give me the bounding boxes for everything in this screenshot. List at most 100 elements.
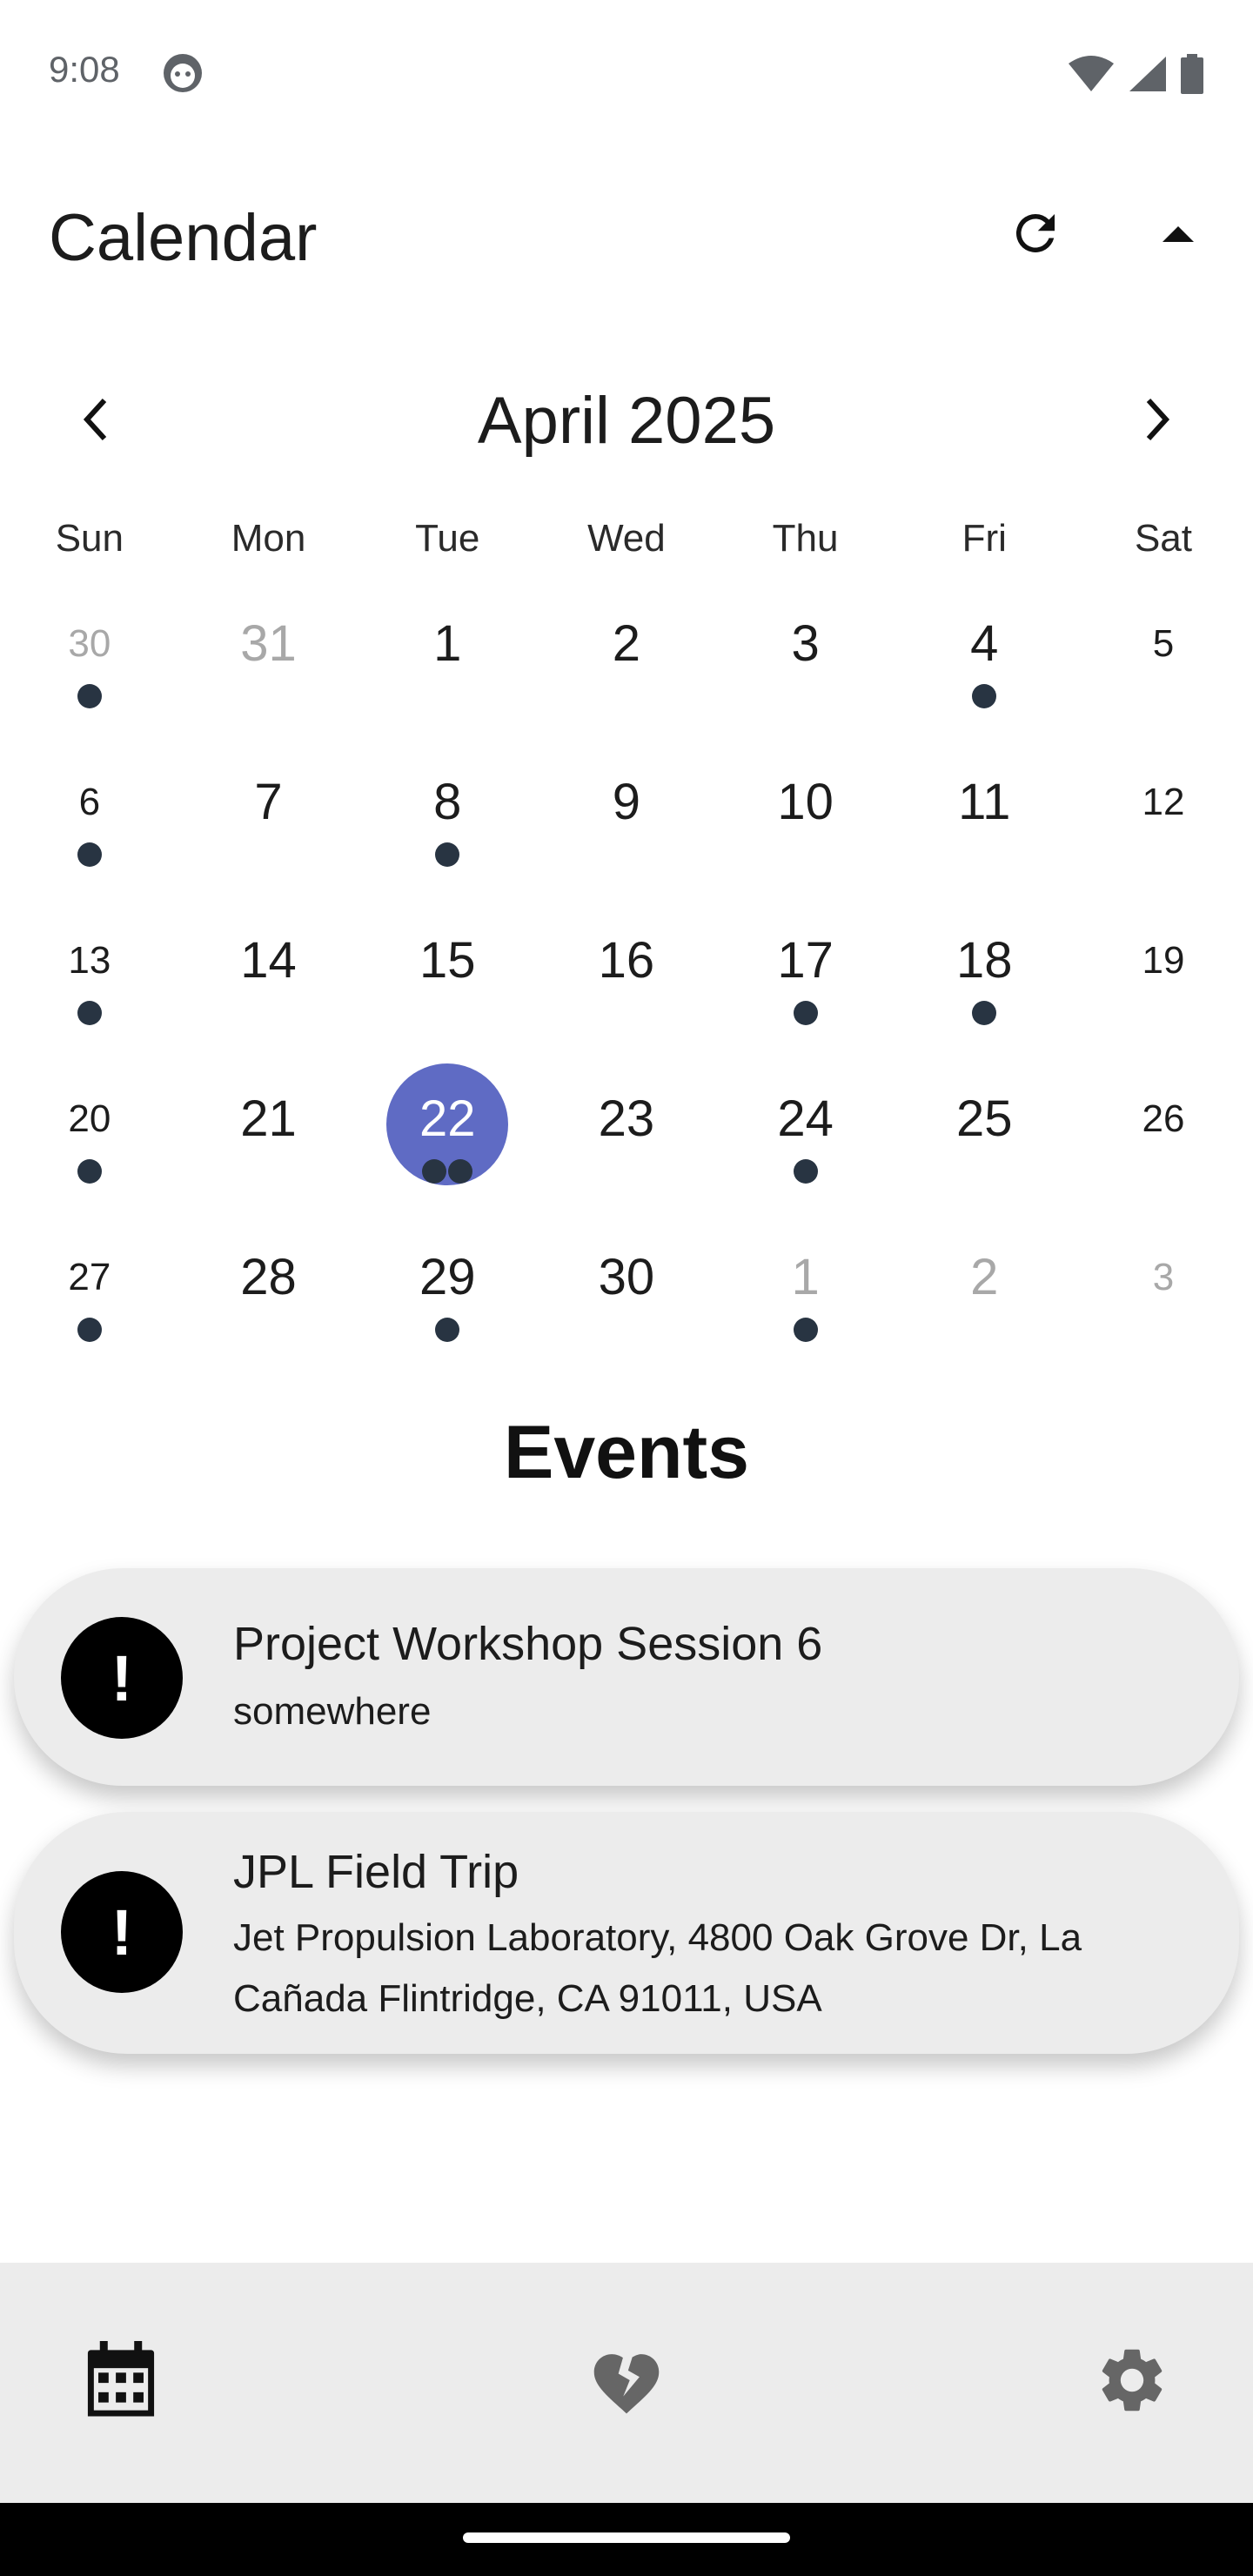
calendar-week-row: 13 14 15 16 17 18 19 (0, 909, 1253, 1067)
calendar-day[interactable]: 6 (0, 750, 179, 909)
event-dot (77, 684, 102, 708)
weekday-label: Mon (231, 517, 306, 560)
day-number: 14 (240, 932, 297, 989)
day-number: 1 (433, 615, 462, 672)
page-title: Calendar (49, 201, 318, 275)
calendar-day[interactable]: 28 (179, 1225, 358, 1384)
events-heading: Events (503, 1411, 750, 1494)
calendar-day[interactable]: 7 (179, 750, 358, 909)
calendar-day[interactable]: 20 (0, 1067, 179, 1225)
weekday-label: Sat (1134, 517, 1192, 560)
status-bar: 9:08 (0, 0, 1253, 148)
event-card[interactable]: ! Project Workshop Session 6 somewhere (14, 1568, 1239, 1786)
day-number: 1 (791, 1249, 820, 1305)
event-indicator (0, 842, 179, 869)
event-location: somewhere (233, 1690, 432, 1733)
alert-icon: ! (61, 1617, 183, 1739)
calendar-day[interactable]: 2 (895, 1225, 1074, 1384)
calendar-day[interactable]: 5 (1074, 592, 1253, 750)
event-indicator (716, 1318, 895, 1344)
calendar-day[interactable]: 18 (895, 909, 1074, 1067)
calendar-day-selected[interactable]: 22 (358, 1063, 537, 1225)
event-dot (422, 1159, 447, 1184)
collapse-calendar-button[interactable] (1143, 198, 1213, 268)
caret-up-icon (1163, 226, 1194, 242)
event-dot (448, 1159, 473, 1184)
calendar-day[interactable]: 31 (179, 592, 358, 750)
day-number: 7 (254, 774, 283, 830)
nav-health-tab[interactable] (579, 2332, 674, 2428)
calendar-day[interactable]: 8 (358, 750, 537, 909)
day-number: 5 (1152, 622, 1175, 665)
event-dot (793, 1318, 818, 1342)
calendar-day[interactable]: 10 (716, 750, 895, 909)
calendar-day[interactable]: 2 (537, 592, 716, 750)
calendar-day[interactable]: 23 (537, 1067, 716, 1225)
event-dot (972, 684, 997, 708)
event-title: Project Workshop Session 6 (233, 1618, 823, 1670)
day-number: 2 (970, 1249, 999, 1305)
calendar-day[interactable]: 29 (358, 1225, 537, 1384)
day-number: 12 (1142, 781, 1185, 823)
calendar-day[interactable]: 17 (716, 909, 895, 1067)
event-dot (77, 1001, 102, 1025)
calendar-day[interactable]: 27 (0, 1225, 179, 1384)
day-number: 20 (68, 1097, 111, 1140)
weekday-label: Fri (962, 517, 1007, 560)
calendar-day[interactable]: 26 (1074, 1067, 1253, 1225)
calendar-day[interactable]: 16 (537, 909, 716, 1067)
event-dot (793, 1159, 818, 1184)
calendar-day[interactable]: 1 (358, 592, 537, 750)
calendar-day[interactable]: 11 (895, 750, 1074, 909)
event-indicator (716, 1159, 895, 1185)
day-number: 3 (1152, 1256, 1175, 1298)
weekday-label: Wed (587, 517, 666, 560)
event-card[interactable]: ! JPL Field Trip Jet Propulsion Laborato… (14, 1812, 1239, 2054)
day-number: 13 (68, 939, 111, 982)
next-month-button[interactable] (1122, 385, 1192, 454)
day-number: 4 (970, 615, 999, 672)
wifi-icon (1069, 56, 1114, 91)
event-indicator (358, 842, 537, 869)
day-number: 23 (598, 1090, 655, 1147)
day-number: 25 (956, 1090, 1013, 1147)
nav-settings-tab[interactable] (1084, 2332, 1180, 2428)
calendar-day[interactable]: 24 (716, 1067, 895, 1225)
nav-calendar-tab[interactable] (73, 2332, 169, 2428)
day-number: 17 (777, 932, 834, 989)
day-number: 26 (1142, 1097, 1185, 1140)
day-number: 27 (68, 1256, 111, 1298)
event-indicator (358, 1318, 537, 1344)
calendar-icon (87, 2341, 155, 2417)
calendar-day[interactable]: 1 (716, 1225, 895, 1384)
calendar-day[interactable]: 12 (1074, 750, 1253, 909)
calendar-day[interactable]: 3 (1074, 1225, 1253, 1384)
day-number: 24 (777, 1090, 834, 1147)
calendar-day[interactable]: 30 (0, 592, 179, 750)
event-title: JPL Field Trip (233, 1846, 519, 1898)
weekday-header: Sun Mon Tue Wed Thu Fri Sat (0, 517, 1253, 569)
day-number: 21 (240, 1090, 297, 1147)
calendar-day[interactable]: 21 (179, 1067, 358, 1225)
calendar-day[interactable]: 4 (895, 592, 1074, 750)
calendar-day[interactable]: 15 (358, 909, 537, 1067)
calendar-day[interactable]: 13 (0, 909, 179, 1067)
day-number: 2 (612, 615, 641, 672)
calendar-day[interactable]: 14 (179, 909, 358, 1067)
event-indicator (895, 1001, 1074, 1027)
calendar-day[interactable]: 3 (716, 592, 895, 750)
month-header: April 2025 (0, 366, 1253, 470)
calendar-day[interactable]: 19 (1074, 909, 1253, 1067)
home-gesture-handle[interactable] (463, 2532, 790, 2543)
refresh-button[interactable] (1001, 198, 1070, 268)
event-indicator (0, 1001, 179, 1027)
calendar-day[interactable]: 25 (895, 1067, 1074, 1225)
day-number: 6 (78, 781, 101, 823)
status-time: 9:08 (49, 49, 120, 90)
battery-icon (1181, 54, 1203, 94)
calendar-day[interactable]: 9 (537, 750, 716, 909)
calendar-day[interactable]: 30 (537, 1225, 716, 1384)
calendar-week-row: 20 21 22 23 24 25 26 (0, 1063, 1253, 1225)
weekday-label: Thu (772, 517, 839, 560)
system-gesture-bar (0, 2503, 1253, 2576)
